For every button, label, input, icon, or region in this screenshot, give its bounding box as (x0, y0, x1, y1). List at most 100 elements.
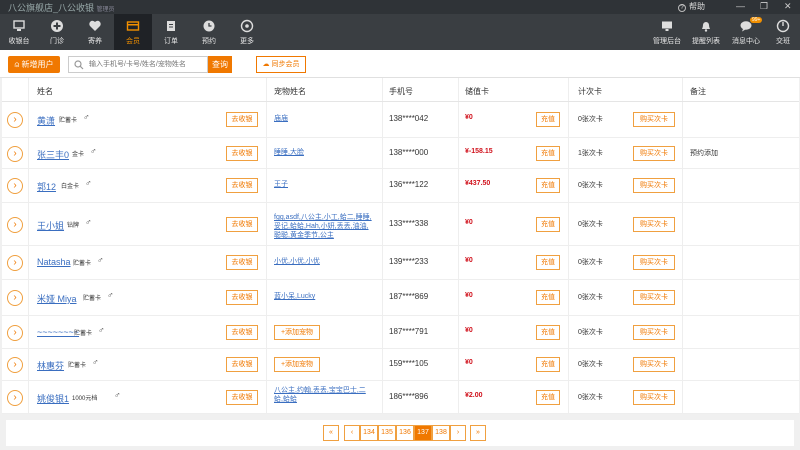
search-button[interactable]: 查询 (208, 56, 232, 73)
recharge-button[interactable]: 充值 (536, 178, 560, 193)
member-name[interactable]: 黄潇 (37, 114, 55, 127)
buy-count-card-button[interactable]: 购买次卡 (633, 357, 675, 372)
member-level: 白金卡 (61, 184, 80, 190)
desktop-icon (660, 19, 674, 33)
header-pet-name: 宠物姓名 (274, 87, 306, 96)
pet-names[interactable]: 小优,小优,小优 (274, 257, 374, 266)
recharge-button[interactable]: 充值 (536, 217, 560, 232)
page-button[interactable]: 138 (432, 425, 450, 441)
gender-icon: ♂ (98, 325, 105, 335)
buy-count-card-button[interactable]: 购买次卡 (633, 255, 675, 270)
nav-appointments[interactable]: 预约 (190, 14, 228, 50)
member-name[interactable]: 郭12 (37, 180, 56, 193)
checkout-button[interactable]: 去收银 (226, 357, 258, 372)
current-page-button[interactable]: 137 (414, 425, 432, 441)
page-button[interactable]: 135 (378, 425, 396, 441)
checkout-button[interactable]: 去收银 (226, 178, 258, 193)
pet-names[interactable]: 八公主,约翰,丢丢,宝宝巴士,二蛤,蛤蛤 (274, 386, 374, 404)
expand-row-button[interactable]: › (7, 112, 23, 128)
first-page-button[interactable]: « (323, 425, 339, 441)
buy-count-card-button[interactable]: 购买次卡 (633, 112, 675, 127)
expand-row-button[interactable]: › (7, 255, 23, 271)
expand-row-button[interactable]: › (7, 325, 23, 341)
buy-count-card-button[interactable]: 购买次卡 (633, 325, 675, 340)
phone-number: 133****338 (389, 219, 429, 228)
stored-value-balance: ¥0 (465, 327, 473, 334)
table-row: › 米娅 Miya 贮蓄卡 ♂ 去收银 蓝小呆,Lucky 187****869… (2, 280, 799, 316)
stored-value-balance: ¥2.00 (465, 392, 483, 399)
expand-row-button[interactable]: › (7, 357, 23, 373)
member-name[interactable]: 王小姐 (37, 219, 64, 232)
member-name[interactable]: 林惠芬 (37, 359, 64, 372)
add-pet-button[interactable]: +添加宠物 (274, 325, 320, 340)
table-row: › 黄潇 贮蓄卡 ♂ 去收银 庙庙 138****042 ¥0 充值 0张次卡 … (2, 102, 799, 138)
stored-value-balance: ¥0 (465, 292, 473, 299)
gender-icon: ♂ (107, 290, 114, 300)
member-name[interactable]: Natasha (37, 257, 71, 267)
phone-number: 186****896 (389, 392, 429, 401)
expand-row-button[interactable]: › (7, 178, 23, 194)
checkout-button[interactable]: 去收银 (226, 325, 258, 340)
checkout-button[interactable]: 去收银 (226, 217, 258, 232)
expand-row-button[interactable]: › (7, 390, 23, 406)
buy-count-card-button[interactable]: 购买次卡 (633, 146, 675, 161)
nav-orders[interactable]: 订单 (152, 14, 190, 50)
next-page-button[interactable]: › (450, 425, 466, 441)
top-navbar: 收银台 门诊 寄养 会员 订单 预约 更多 管理后台 提醒列表 99+ 消息中心… (0, 14, 800, 50)
member-name[interactable]: ~~~~~~~~ (37, 327, 79, 337)
compass-icon (240, 19, 254, 33)
nav-admin[interactable]: 管理后台 (647, 14, 687, 50)
recharge-button[interactable]: 充值 (536, 112, 560, 127)
expand-row-button[interactable]: › (7, 146, 23, 162)
page-button[interactable]: 134 (360, 425, 378, 441)
buy-count-card-button[interactable]: 购买次卡 (633, 178, 675, 193)
prev-page-button[interactable]: ‹ (344, 425, 360, 441)
recharge-button[interactable]: 充值 (536, 146, 560, 161)
checkout-button[interactable]: 去收银 (226, 255, 258, 270)
sync-members-button[interactable]: ☁ 同步会员 (256, 56, 306, 73)
nav-more[interactable]: 更多 (228, 14, 266, 50)
checkout-button[interactable]: 去收银 (226, 112, 258, 127)
nav-members[interactable]: 会员 (114, 14, 152, 50)
help-button[interactable]: ? 帮助 (678, 1, 705, 12)
member-name[interactable]: 姚俊银1 (37, 392, 69, 405)
stored-value-balance: ¥0 (465, 114, 473, 121)
nav-clinic[interactable]: 门诊 (38, 14, 76, 50)
page-button[interactable]: 136 (396, 425, 414, 441)
close-window-button[interactable]: ✕ (784, 1, 792, 12)
restore-button[interactable]: ❐ (760, 1, 768, 12)
checkout-button[interactable]: 去收银 (226, 390, 258, 405)
add-member-button[interactable]: ⍝ 新增用户 (8, 56, 60, 73)
buy-count-card-button[interactable]: 购买次卡 (633, 390, 675, 405)
expand-row-button[interactable]: › (7, 290, 23, 306)
recharge-button[interactable]: 充值 (536, 290, 560, 305)
member-name[interactable]: 米娅 Miya (37, 292, 77, 305)
pet-names[interactable]: fgg,asdf,八公主,小工,蛤二,睡睡,妥记,蛤蛤,Hah,小妍,丢丢,油油… (274, 213, 374, 240)
checkout-button[interactable]: 去收银 (226, 146, 258, 161)
pet-names[interactable]: 王子 (274, 180, 374, 189)
pet-names[interactable]: 庙庙 (274, 114, 374, 123)
nav-messages[interactable]: 99+ 消息中心 (726, 14, 766, 50)
minimize-button[interactable]: — (736, 1, 745, 11)
recharge-button[interactable]: 充值 (536, 255, 560, 270)
checkout-button[interactable]: 去收银 (226, 290, 258, 305)
recharge-button[interactable]: 充值 (536, 325, 560, 340)
recharge-button[interactable]: 充值 (536, 390, 560, 405)
nav-cashier[interactable]: 收银台 (0, 14, 38, 50)
last-page-button[interactable]: » (470, 425, 486, 441)
expand-row-button[interactable]: › (7, 217, 23, 233)
buy-count-card-button[interactable]: 购买次卡 (633, 290, 675, 305)
nav-boarding[interactable]: 寄养 (76, 14, 114, 50)
nav-handover[interactable]: 交班 (766, 14, 800, 50)
stored-value-balance: ¥0 (465, 359, 473, 366)
nav-reminders[interactable]: 提醒列表 (686, 14, 726, 50)
pet-names[interactable]: 睡睡,大脸 (274, 148, 374, 157)
recharge-button[interactable]: 充值 (536, 357, 560, 372)
buy-count-card-button[interactable]: 购买次卡 (633, 217, 675, 232)
member-name[interactable]: 张三丰0 (37, 148, 69, 161)
pagination: « ‹ 134 135 136 137 138 › » (6, 420, 794, 446)
gender-icon: ♂ (114, 390, 121, 400)
search-input[interactable] (89, 58, 205, 71)
add-pet-button[interactable]: +添加宠物 (274, 357, 320, 372)
pet-names[interactable]: 蓝小呆,Lucky (274, 292, 374, 301)
